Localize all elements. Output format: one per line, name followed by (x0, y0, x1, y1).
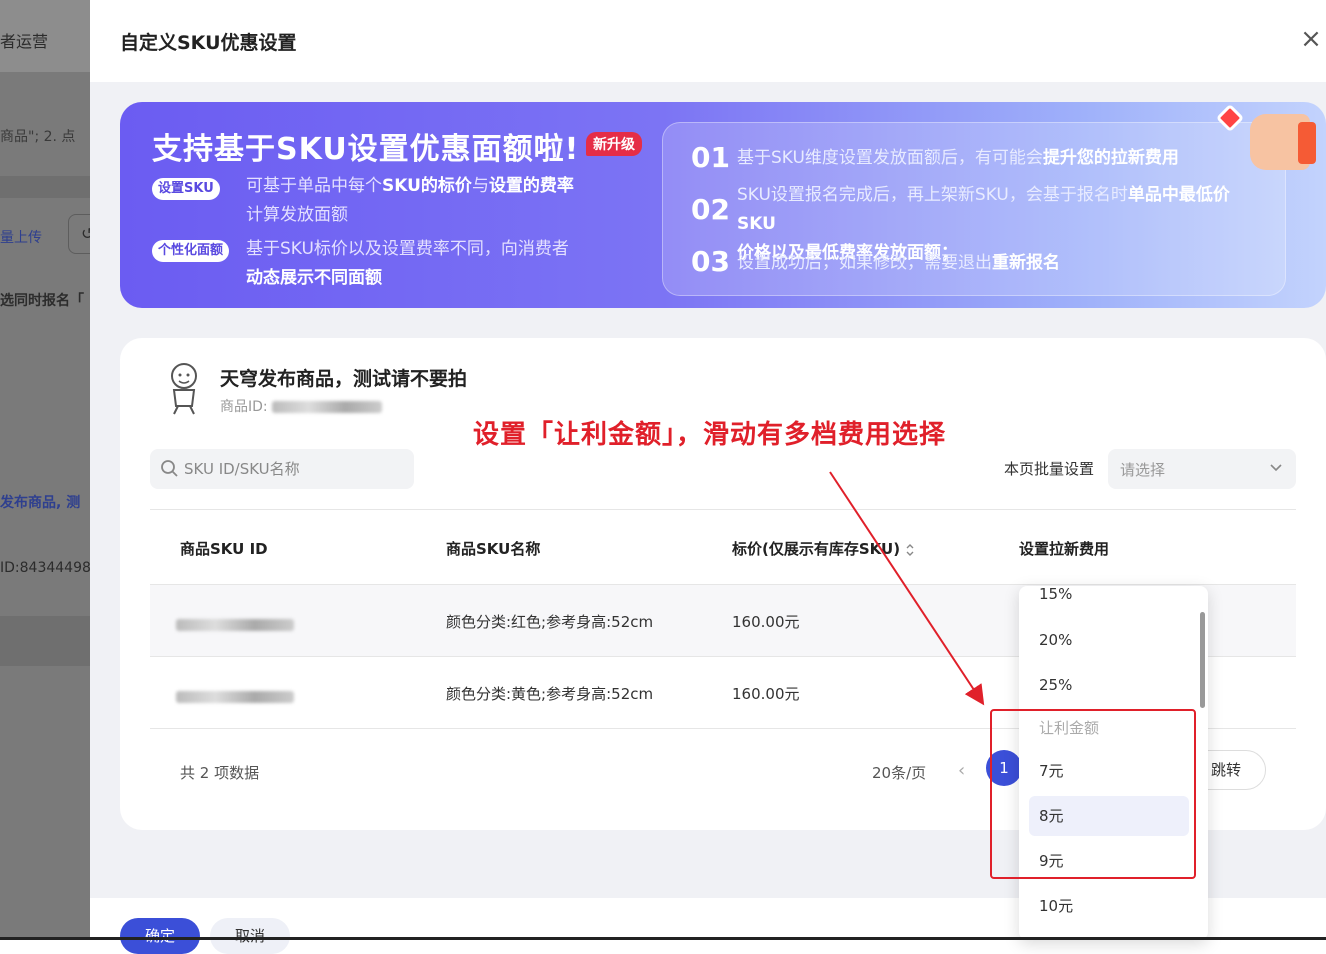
dropdown-option[interactable]: 15% (1029, 586, 1189, 614)
sku-id-cell (176, 615, 294, 633)
tip-text-1: 基于SKU维度设置发放面额后，有可能会提升您的拉新费用 (737, 148, 1179, 168)
sku-search (150, 449, 414, 489)
search-icon (161, 460, 178, 477)
confirm-button[interactable]: 确定 (120, 918, 200, 954)
chevron-down-icon (1270, 464, 1282, 472)
header-sku-name: 商品SKU名称 (446, 540, 541, 558)
tip-text-3: 设置成功后，如果修改，需要退出重新报名 (737, 253, 1060, 273)
bottom-divider (0, 937, 1326, 940)
header-sku-id: 商品SKU ID (180, 540, 268, 558)
sort-icon[interactable] (904, 542, 916, 558)
sku-search-input[interactable] (184, 449, 404, 489)
total-count: 共 2 项数据 (180, 764, 260, 782)
background-hint: 商品"; 2. 点 (0, 129, 76, 145)
background-id: ID:84344498 (0, 560, 90, 576)
product-id: 商品ID: (220, 396, 383, 416)
pill-set-sku: 设置SKU (152, 178, 220, 200)
close-icon[interactable]: × (1298, 26, 1324, 52)
banner-desc-2: 基于SKU标价以及设置费率不同，向消费者 动态展示不同面额 (246, 239, 569, 288)
dropdown-scrollbar[interactable] (1200, 612, 1205, 708)
background-same-time: 选同时报名「 (0, 293, 84, 309)
header-price[interactable]: 标价(仅展示有库存SKU) (732, 538, 916, 559)
cancel-button[interactable]: 取消 (210, 918, 290, 954)
background-product: 发布商品, 测 (0, 495, 81, 511)
price-cell: 160.00元 (732, 685, 800, 703)
page-size-select[interactable]: 20条/页 (872, 762, 926, 783)
tip-num-3: 03 (691, 245, 730, 278)
drawer-title: 自定义SKU优惠设置 (120, 32, 297, 54)
sku-id-cell (176, 687, 294, 705)
thumbs-up-icon (1250, 114, 1316, 170)
dropdown-option[interactable]: 20% (1029, 620, 1189, 660)
batch-setting-select[interactable]: 请选择 (1108, 449, 1296, 489)
tip-num-2: 02 (691, 193, 730, 226)
product-avatar (171, 363, 197, 415)
dropdown-option[interactable]: 25% (1029, 665, 1189, 705)
background-page: 者运营 商品"; 2. 点 量上传 ↺ 选同时报名「 发布商品, 测 ID:84… (0, 0, 90, 940)
chevron-left-icon[interactable]: ‹ (958, 760, 965, 781)
pill-personalized: 个性化面额 (152, 240, 230, 262)
header-fee: 设置拉新费用 (1019, 540, 1110, 558)
drawer-header: 自定义SKU优惠设置 × (90, 0, 1326, 82)
background-upload: 量上传 (0, 230, 42, 246)
background-upload-icon-button: ↺ (68, 214, 90, 254)
batch-select-placeholder: 请选择 (1120, 461, 1166, 479)
banner-tips-card: 01 基于SKU维度设置发放面额后，有可能会提升您的拉新费用 02 SKU设置报… (662, 122, 1286, 296)
tip-num-1: 01 (691, 141, 730, 174)
table-header: 商品SKU ID 商品SKU名称 标价(仅展示有库存SKU) 设置拉新费用 (150, 509, 1296, 585)
annotation-box (990, 709, 1196, 879)
sku-name-cell: 颜色分类:黄色;参考身高:52cm (446, 685, 654, 703)
banner-desc-1: 可基于单品中每个SKU的标价与设置的费率 计算发放面额 (246, 176, 574, 225)
background-nav-title: 者运营 (0, 32, 49, 51)
annotation-text: 设置「让利金额」，滑动有多档费用选择 (473, 420, 947, 450)
sku-name-cell: 颜色分类:红色;参考身高:52cm (446, 613, 654, 631)
feature-banner: 支持基于SKU设置优惠面额啦! 新升级 设置SKU 可基于单品中每个SKU的标价… (120, 102, 1326, 308)
dropdown-option[interactable]: 10元 (1029, 886, 1189, 926)
background-nav: 者运营 (0, 0, 90, 72)
price-cell: 160.00元 (732, 613, 800, 631)
batch-setting-label: 本页批量设置 (1004, 460, 1095, 478)
banner-title: 支持基于SKU设置优惠面额啦! (152, 132, 580, 167)
product-name: 天穹发布商品，测试请不要拍 (220, 368, 468, 390)
new-upgrade-badge: 新升级 (586, 132, 642, 156)
